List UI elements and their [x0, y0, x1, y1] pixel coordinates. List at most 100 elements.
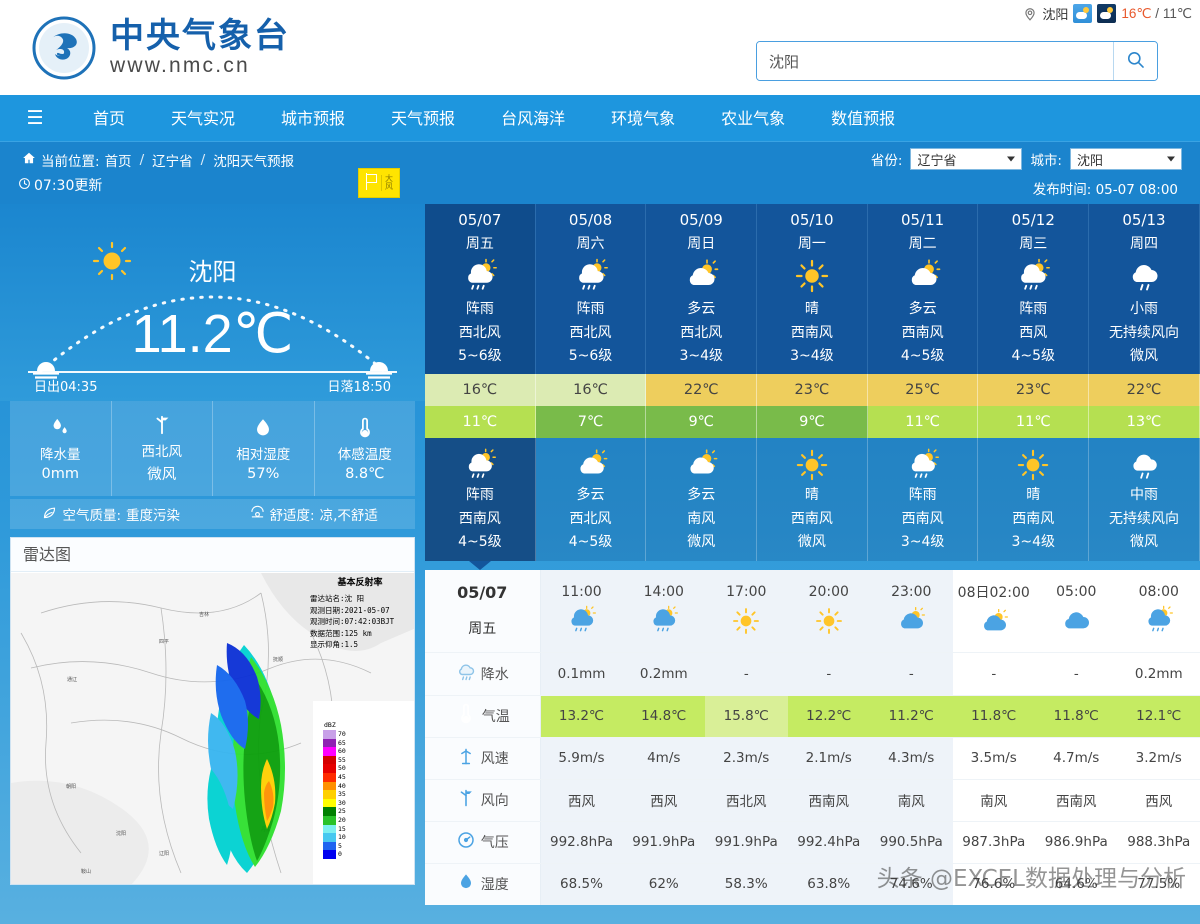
search-button[interactable] [1113, 42, 1157, 80]
legend-value: 0 [338, 850, 342, 859]
forecast-day-column-3[interactable]: 05/10 周一晴西南风 3~4级 23℃ 9℃ 晴西南风 微风 [757, 204, 868, 570]
legend-value: 10 [338, 833, 346, 842]
hourly-pressure-cell: 987.3hPa [952, 821, 1035, 864]
forecast-date: 05/11 [900, 211, 945, 229]
shower-sun-icon [1118, 604, 1200, 638]
forecast-day-column-1[interactable]: 05/08 周六 阵雨 西北风 5~6级 16℃ 7℃ 多云 西北风 4~5级 [535, 204, 647, 570]
shower-sun-icon [868, 446, 978, 484]
radar-image[interactable]: 吉林 四平 通辽 朝阳 沈阳 辽阳 抚顺 丹东 鞍山 [11, 573, 414, 884]
forecast-day-column-6[interactable]: 05/13 周四 小雨 无持续风向 微风 22℃ 13℃ 中雨 无持续风向 微风 [1089, 204, 1200, 570]
header-temp-high: 16℃ [1121, 5, 1152, 21]
forecast-day-column-0[interactable]: 05/07 周五 阵雨 西北风 5~6级 16℃ 11℃ 阵雨 西南风 4~5级 [425, 204, 536, 570]
hourly-temp-cell: 11.8℃ [1035, 695, 1118, 738]
search-box[interactable] [756, 41, 1158, 81]
main-navigation: ☰ 首页 天气实况 城市预报 天气预报 台风海洋 环境气象 农业气象 数值预报 [0, 95, 1200, 142]
air-quality: 空气质量: 重度污染 [10, 504, 213, 524]
city-select[interactable]: 沈阳 [1070, 148, 1182, 170]
hourly-row-rain: 降水 0.1mm 0.2mm - - - - -0.2mm [425, 652, 1200, 696]
nav-item-5[interactable]: 环境气象 [588, 95, 698, 142]
shower-sun-icon [541, 604, 623, 638]
forecast-day-column-5[interactable]: 05/12 周三 阵雨 西风 4~5级 23℃ 11℃ 晴西南风 3~4级 [978, 204, 1090, 570]
nav-item-2[interactable]: 城市预报 [258, 95, 368, 142]
province-select[interactable]: 辽宁省 [910, 148, 1023, 170]
radar-legend-row: 70 [323, 730, 346, 739]
radar-legend-row: 30 [323, 798, 346, 808]
nav-item-0[interactable]: 首页 [70, 95, 148, 142]
hourly-rain-cell: 0.1mm [540, 652, 623, 696]
wind-dir-icon [456, 788, 476, 812]
forecast-night-block: 中雨 无持续风向 微风 [1089, 438, 1200, 561]
selected-day-pointer [469, 561, 492, 570]
forecast-day-block: 05/11 周二 多云 西南风 4~5级 [867, 204, 979, 374]
header-city-name[interactable]: 沈阳 [1042, 4, 1068, 23]
hourly-wind_speed-cell: 3.5m/s [952, 737, 1035, 780]
nav-item-4[interactable]: 台风海洋 [478, 95, 588, 142]
forecast-day-wind: 西北风 [458, 325, 501, 341]
menu-burger-icon[interactable]: ☰ [0, 107, 70, 130]
hourly-row-label: 气温 [425, 695, 541, 738]
hourly-wind_speed-cell: 5.9m/s [540, 737, 623, 780]
wind-alert-badge[interactable]: 大风 [358, 168, 400, 198]
hourly-column-header: 20:00 [787, 570, 870, 653]
forecast-low-temp: 11℃ [978, 406, 1090, 438]
hourly-time: 23:00 [891, 583, 932, 600]
legend-value: 40 [338, 781, 346, 790]
forecast-night-desc: 阵雨 [908, 487, 937, 503]
hourly-row-label-text: 风向 [480, 793, 509, 809]
nav-item-3[interactable]: 天气预报 [368, 95, 478, 142]
metric-name: 相对湿度 [236, 446, 291, 463]
forecast-weekday: 周一 [797, 236, 826, 252]
hourly-column-header: 23:00 [870, 570, 953, 653]
nav-item-6[interactable]: 农业气象 [698, 95, 808, 142]
nav-item-1[interactable]: 天气实况 [148, 95, 258, 142]
hourly-row-label: 风向 [425, 779, 541, 822]
forecast-night-wind: 西北风 [569, 511, 612, 527]
legend-swatch [323, 824, 336, 834]
forecast-night-wind: 西南风 [901, 511, 944, 527]
hourly-column-header: 14:00 [622, 570, 705, 653]
radar-meta-line-1: 观测日期:2021-05-07 [310, 605, 390, 615]
rain-icon [1089, 446, 1199, 484]
forecast-night-wind: 西南风 [790, 511, 833, 527]
breadcrumb-item-home[interactable]: 首页 [105, 150, 132, 170]
droplet-icon [456, 872, 476, 896]
breadcrumb-item-province[interactable]: 辽宁省 [152, 150, 193, 170]
hourly-wind_speed-cell: 4.3m/s [870, 737, 953, 780]
hourly-row-label: 气压 [425, 821, 541, 864]
forecast-day-desc: 晴 [804, 301, 819, 317]
hourly-time: 05:00 [1056, 583, 1097, 600]
radar-legend-row: 65 [323, 738, 346, 748]
search-input[interactable] [757, 42, 1113, 80]
chevron-down-icon [1167, 156, 1175, 162]
legend-swatch [323, 850, 336, 859]
gauge-icon [456, 830, 476, 854]
cloudy-sun-icon [646, 256, 756, 296]
forecast-night-wind: 无持续风向 [1108, 511, 1179, 527]
right-column: 05/07 周五 阵雨 西北风 5~6级 16℃ 11℃ 阵雨 西南风 4~5级 05/08 周六 阵雨… [425, 204, 1200, 924]
forecast-day-wind: 西风 [1019, 325, 1048, 341]
sunrise-label: 日出04:35 [34, 380, 98, 395]
hourly-temp-cell: 15.8℃ [705, 695, 788, 738]
hourly-pressure-cell: 991.9hPa [622, 821, 705, 864]
header-temp-low: 11℃ [1162, 5, 1192, 21]
forecast-night-wind: 西南风 [1012, 511, 1055, 527]
header-temp-separator: / [1155, 5, 1160, 21]
forecast-day-column-4[interactable]: 05/11 周二 多云 西南风 4~5级 25℃ 11℃ 阵雨 西南风 3~4级 [867, 204, 979, 570]
hourly-pressure-cell: 992.8hPa [540, 821, 623, 864]
hourly-rain-cell: - [787, 652, 870, 696]
metric-2: 相对湿度 57% [213, 401, 315, 496]
nav-item-7[interactable]: 数值预报 [808, 95, 918, 142]
hourly-humidity-cell: 74.6% [870, 863, 953, 905]
forecast-date: 05/07 [458, 211, 502, 229]
radar-meta-line-3: 数据范围:125 km [310, 628, 372, 638]
shower-sun-icon [425, 256, 535, 296]
legend-swatch [323, 755, 336, 765]
forecast-night-wind: 西南风 [458, 511, 501, 527]
forecast-day-desc: 阵雨 [465, 301, 494, 317]
hourly-humidity-cell: 63.8% [787, 863, 870, 905]
breadcrumb: 当前位置: 首页 / 辽宁省 / 沈阳天气预报 [22, 150, 294, 170]
forecast-day-column-2[interactable]: 05/09 周日 多云 西北风 3~4级 22℃ 9℃ 多云 南风 微风 [646, 204, 758, 570]
site-logo[interactable]: 中央气象台 www.nmc.cn [30, 14, 290, 82]
hero-temperature: 11.2℃ [131, 304, 294, 364]
sun-icon [978, 446, 1088, 484]
